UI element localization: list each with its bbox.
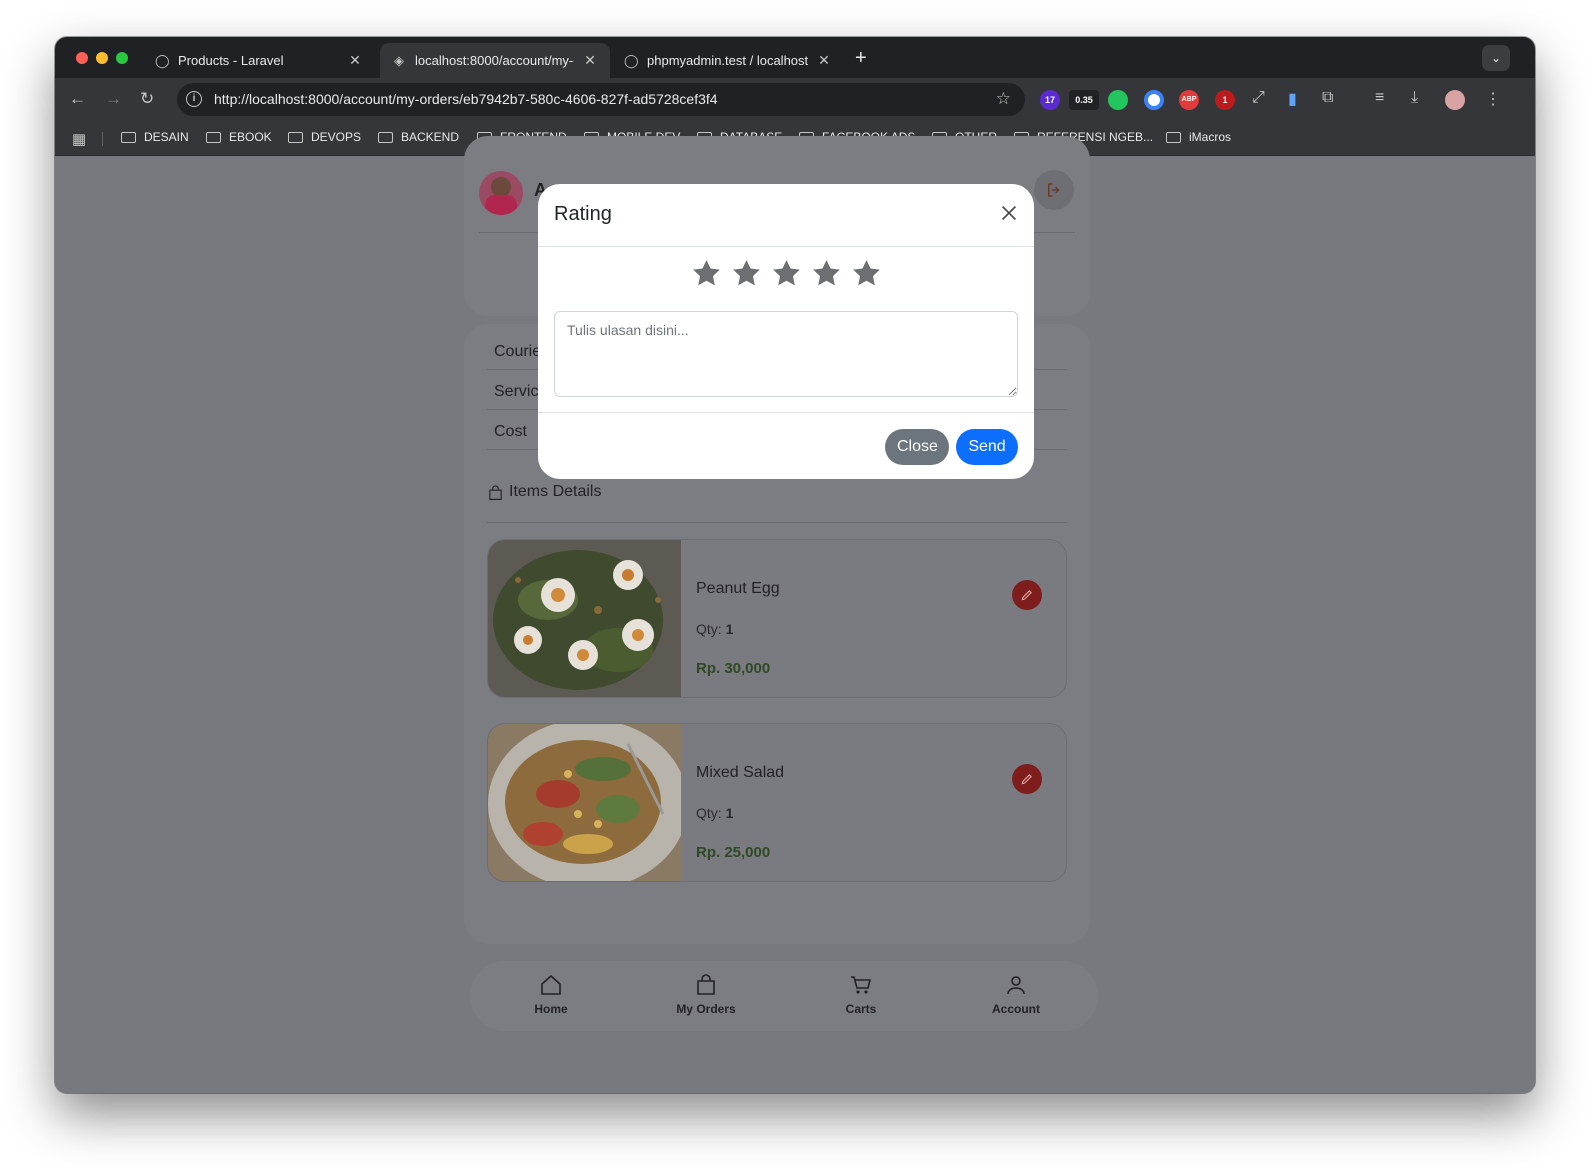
forward-icon[interactable]: → <box>105 89 122 109</box>
nav-carts[interactable]: Carts <box>816 973 906 1018</box>
star-rating <box>538 258 1034 289</box>
order-item-card: Peanut Egg Qty: 1 Rp. 30,000 <box>487 539 1067 698</box>
modal-header: Rating <box>538 184 1034 247</box>
folder-icon <box>121 131 136 143</box>
user-icon <box>1007 976 1025 995</box>
avatar <box>479 171 523 215</box>
bookmark-folder[interactable]: iMacros <box>1166 130 1231 144</box>
back-icon[interactable]: ← <box>69 89 86 109</box>
folder-icon <box>206 131 221 143</box>
star-icon[interactable] <box>691 258 722 289</box>
item-qty: Qty: 1 <box>696 805 734 821</box>
star-icon[interactable] <box>811 258 842 289</box>
logout-button[interactable] <box>1034 170 1074 210</box>
rate-item-button[interactable] <box>1012 764 1042 794</box>
extension-doc-icon[interactable]: ▮ <box>1288 89 1297 109</box>
extension-notification-icon[interactable]: 1 <box>1215 90 1235 110</box>
extension-green-dot-icon[interactable] <box>1108 90 1128 110</box>
modal-footer: Close Send <box>538 412 1034 479</box>
bookmark-folder[interactable]: EBOOK <box>206 130 272 144</box>
star-icon[interactable] <box>771 258 802 289</box>
address-bar[interactable]: i http://localhost:8000/account/my-order… <box>177 83 1025 116</box>
new-tab-button[interactable]: + <box>855 47 867 70</box>
tab-my-orders[interactable]: ◈ localhost:8000/account/my-o ✕ <box>380 43 610 78</box>
tab-title: Products - Laravel <box>178 53 284 68</box>
close-button[interactable]: Close <box>885 429 949 465</box>
bookmark-folder[interactable]: BACKEND <box>378 130 459 144</box>
peanut-egg-image <box>488 540 681 697</box>
star-icon[interactable] <box>731 258 762 289</box>
download-icon[interactable]: ⤓ <box>1411 89 1418 107</box>
item-name: Mixed Salad <box>696 764 785 781</box>
rating-modal: Rating Close Send <box>538 184 1034 479</box>
nav-home[interactable]: Home <box>506 973 596 1018</box>
items-details-heading: Items Details <box>487 483 1067 523</box>
items-details-title: Items Details <box>509 483 602 500</box>
extension-badge-icon[interactable]: 17 <box>1040 90 1060 110</box>
nav-account[interactable]: Account <box>971 973 1061 1018</box>
send-button[interactable]: Send <box>956 429 1018 465</box>
folder-icon <box>1166 131 1181 143</box>
pencil-icon <box>1021 774 1032 785</box>
page-viewport: A Courie Servic Cost Items Details Peanu… <box>55 136 1535 1093</box>
bookmark-folder[interactable]: DESAIN <box>121 130 189 144</box>
reading-list-icon[interactable]: ≡ <box>1375 89 1384 107</box>
expand-icon[interactable]: ⤢ <box>1252 89 1265 107</box>
modal-title: Rating <box>554 203 612 225</box>
kebab-menu-icon[interactable]: ⋮ <box>1485 89 1501 109</box>
item-price: Rp. 30,000 <box>696 660 771 677</box>
globe-icon: ◯ <box>624 52 639 68</box>
order-item-card: Mixed Salad Qty: 1 Rp. 25,000 <box>487 723 1067 882</box>
folder-icon <box>378 131 393 143</box>
bottom-navigation: Home My Orders Carts Account <box>470 961 1098 1031</box>
item-qty: Qty: 1 <box>696 621 734 637</box>
mixed-salad-image <box>488 724 681 881</box>
browser-window: ◯ Products - Laravel ✕ ◈ localhost:8000/… <box>55 37 1535 1093</box>
tab-phpmyadmin[interactable]: ◯ phpmyadmin.test / localhost / ✕ <box>612 43 844 78</box>
item-name: Peanut Egg <box>696 580 780 597</box>
reload-icon[interactable]: ↻ <box>140 89 154 109</box>
minimize-window-button[interactable] <box>96 52 108 64</box>
tab-title: phpmyadmin.test / localhost / <box>647 53 808 68</box>
adblock-plus-icon[interactable]: ABP <box>1179 90 1199 110</box>
star-icon[interactable] <box>851 258 882 289</box>
nav-my-orders[interactable]: My Orders <box>661 973 751 1018</box>
url-text[interactable]: http://localhost:8000/account/my-orders/… <box>214 91 718 107</box>
profile-avatar-icon[interactable] <box>1445 90 1465 110</box>
extension-meter-icon[interactable]: 0.35 <box>1069 90 1099 110</box>
tab-products-laravel[interactable]: ◯ Products - Laravel ✕ <box>143 43 375 78</box>
folder-icon <box>288 131 303 143</box>
globe-icon: ◯ <box>155 52 170 68</box>
item-price: Rp. 25,000 <box>696 844 771 861</box>
close-tab-icon[interactable]: ✕ <box>582 52 598 69</box>
tab-bar: ◯ Products - Laravel ✕ ◈ localhost:8000/… <box>55 37 1535 78</box>
bookmarks-divider <box>102 132 103 146</box>
site-info-icon[interactable]: i <box>186 91 202 107</box>
close-icon[interactable] <box>998 202 1020 224</box>
logout-icon <box>1048 183 1060 197</box>
close-tab-icon[interactable]: ✕ <box>816 52 832 69</box>
close-window-button[interactable] <box>76 52 88 64</box>
cart-icon <box>851 976 872 994</box>
close-tab-icon[interactable]: ✕ <box>347 52 363 69</box>
extensions-puzzle-icon[interactable]: ⧉ <box>1322 89 1333 107</box>
bag-icon <box>697 974 715 995</box>
maximize-window-button[interactable] <box>116 52 128 64</box>
laravel-favicon-icon: ◈ <box>394 52 404 68</box>
extension-colorwheel-icon[interactable] <box>1144 90 1164 110</box>
apps-grid-icon[interactable]: ▦ <box>72 130 86 148</box>
tab-title: localhost:8000/account/my-o <box>415 53 574 68</box>
bag-icon <box>489 485 502 500</box>
browser-toolbar: ← → ↻ i http://localhost:8000/account/my… <box>55 78 1535 121</box>
pencil-icon <box>1021 590 1032 601</box>
home-icon <box>541 974 561 995</box>
review-input[interactable] <box>554 311 1018 397</box>
bookmark-folder[interactable]: DEVOPS <box>288 130 361 144</box>
rate-item-button[interactable] <box>1012 580 1042 610</box>
bookmark-star-icon[interactable]: ☆ <box>996 89 1011 109</box>
tab-search-button[interactable]: ⌄ <box>1482 45 1510 71</box>
